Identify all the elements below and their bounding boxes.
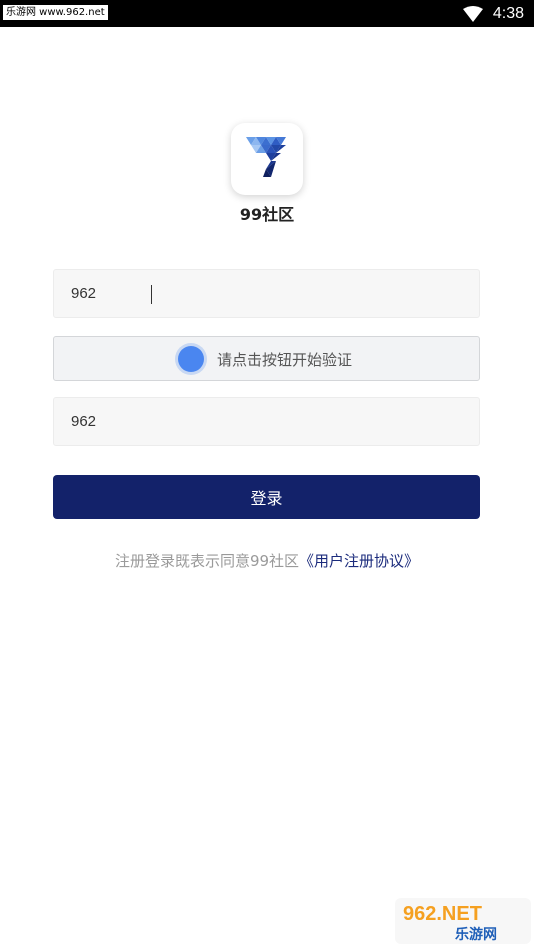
agreement-prefix: 注册登录既表示同意99社区 (114, 552, 300, 570)
verify-dot-icon[interactable] (178, 346, 204, 372)
password-field[interactable] (53, 397, 480, 446)
verify-label: 请点击按钮开始验证 (217, 351, 353, 369)
password-input[interactable] (54, 398, 479, 445)
wifi-icon (463, 6, 483, 22)
site-label: 乐游网 www.962.net (3, 5, 108, 20)
watermark-line1: 962.NET (403, 903, 482, 925)
account-field[interactable] (53, 269, 480, 318)
app-logo (231, 123, 303, 195)
watermark-line2: 乐游网 (455, 926, 497, 943)
text-caret (151, 285, 152, 304)
status-bar: 乐游网 www.962.net 4:38 (0, 0, 534, 27)
clock: 4:38 (492, 5, 524, 22)
app-name: 99社区 (239, 205, 295, 224)
account-input[interactable] (54, 270, 479, 317)
watermark-logo: 962.NET 乐游网 (395, 898, 531, 944)
user-agreement-link[interactable]: 《用户注册协议》 (299, 552, 419, 570)
login-button[interactable]: 登录 (53, 475, 480, 519)
gem-triangle-logo-icon (246, 137, 286, 177)
captcha-verify-button[interactable]: 请点击按钮开始验证 (53, 336, 480, 381)
agreement-text: 注册登录既表示同意99社区《用户注册协议》 (0, 550, 534, 571)
